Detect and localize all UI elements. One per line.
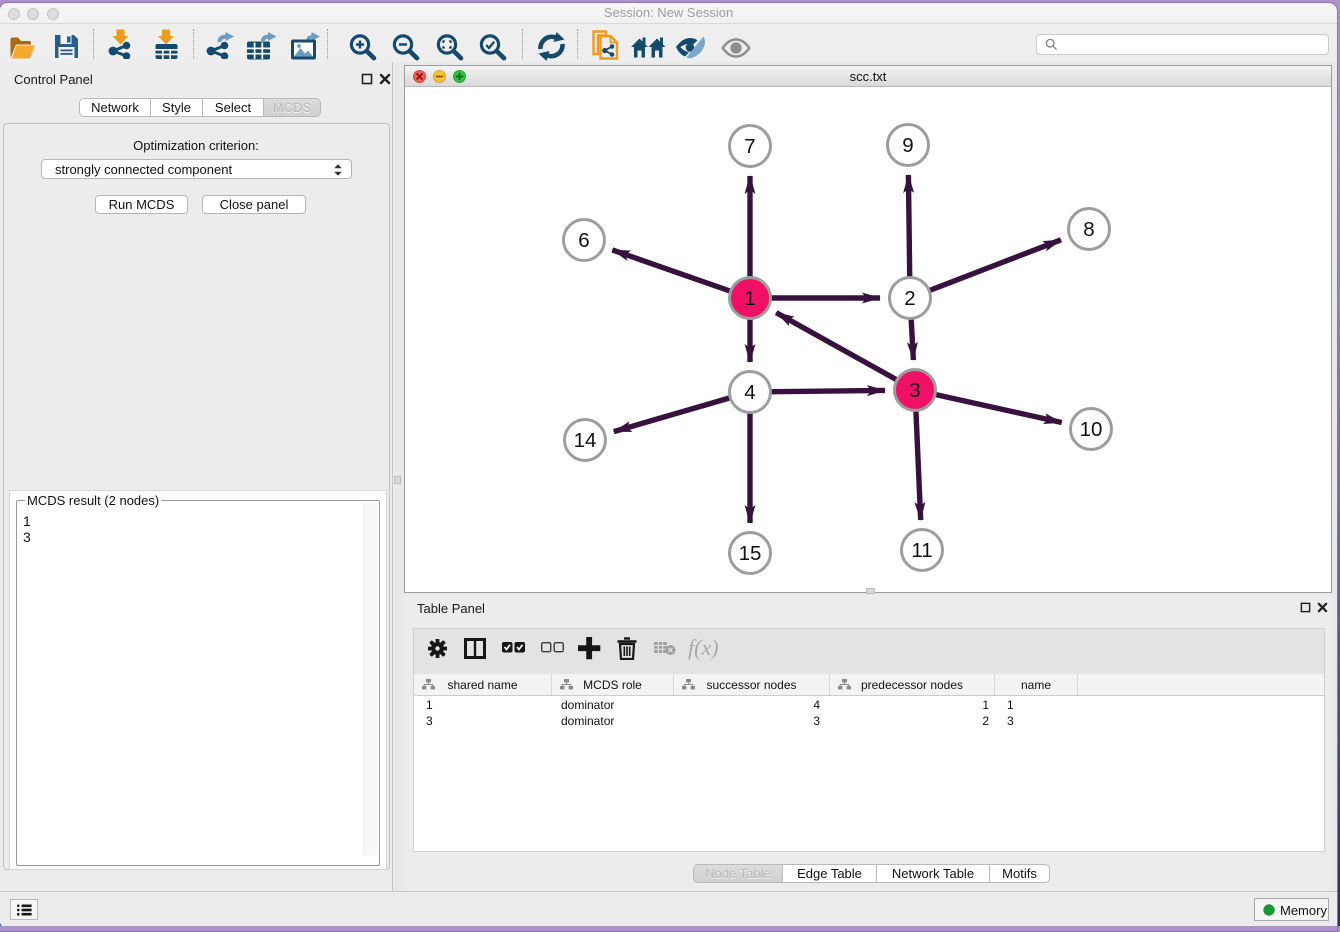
svg-text:9: 9 xyxy=(902,134,913,157)
svg-text:2: 2 xyxy=(904,287,915,310)
svg-text:14: 14 xyxy=(574,429,597,452)
svg-text:1: 1 xyxy=(744,287,755,310)
svg-text:7: 7 xyxy=(744,135,755,158)
svg-text:15: 15 xyxy=(739,542,762,565)
svg-text:3: 3 xyxy=(909,379,920,402)
svg-text:11: 11 xyxy=(911,539,932,562)
svg-text:10: 10 xyxy=(1080,418,1103,441)
svg-text:8: 8 xyxy=(1083,218,1094,241)
svg-text:4: 4 xyxy=(744,381,755,404)
svg-text:6: 6 xyxy=(578,229,589,252)
